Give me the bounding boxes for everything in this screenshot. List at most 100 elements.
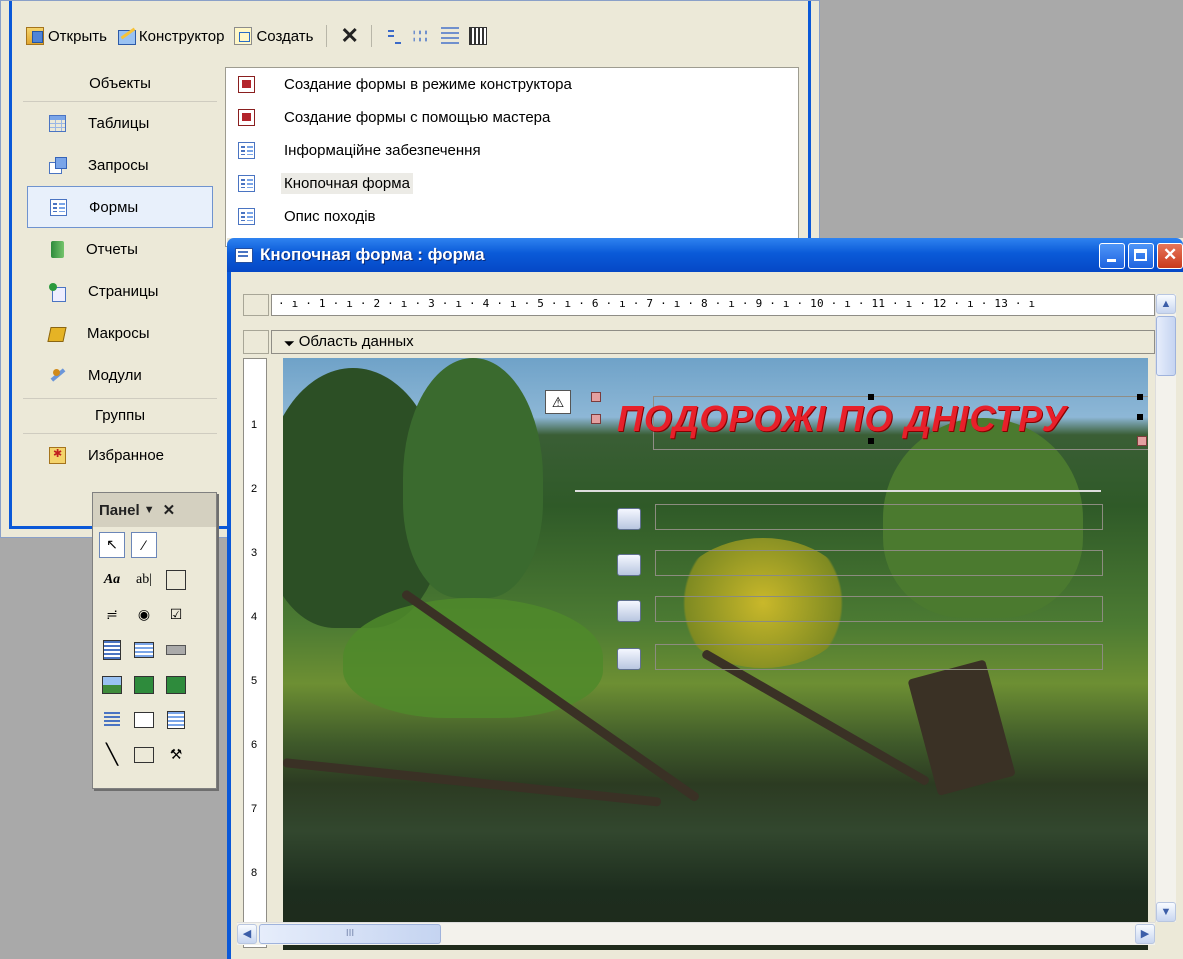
open-button[interactable]: Открыть (23, 25, 110, 47)
switchboard-button[interactable] (617, 508, 641, 530)
tab-tool[interactable] (131, 707, 157, 733)
resize-handle[interactable] (1137, 436, 1147, 446)
page-break-icon (104, 711, 120, 728)
more-tools-tool[interactable]: ⚒ (163, 742, 189, 768)
resize-handle[interactable] (591, 414, 601, 424)
switchboard-label[interactable] (655, 504, 1103, 530)
form-detail-canvas[interactable]: ⚠ ПОДОРОЖІ ПО ДНІСТРУ (283, 358, 1148, 950)
groups-header[interactable]: Группы (23, 398, 217, 434)
switchboard-label[interactable] (655, 596, 1103, 622)
scroll-left-button[interactable]: ◀ (237, 924, 257, 944)
scroll-thumb[interactable] (1156, 316, 1176, 376)
resize-handle[interactable] (1137, 394, 1143, 400)
large-icons-button[interactable] (382, 25, 406, 47)
group-item-favorites[interactable]: Избранное (23, 434, 217, 476)
create-button[interactable]: Создать (231, 25, 316, 47)
form-header-text: ПОДОРОЖІ ПО ДНІСТРУ (617, 398, 1067, 439)
form-window-titlebar[interactable]: Кнопочная форма : форма (227, 238, 1183, 272)
object-item-tables[interactable]: Таблицы (23, 102, 217, 144)
wizard-tool[interactable]: ⁄ (131, 531, 157, 558)
vertical-ruler[interactable]: 1 2 3 4 5 6 7 8 (243, 358, 267, 948)
small-icons-icon (413, 30, 432, 42)
option-group-tool[interactable] (163, 567, 189, 593)
pointer-tool[interactable]: ↖ (99, 531, 125, 558)
object-item-pages[interactable]: Страницы (23, 270, 217, 312)
unbound-frame-tool[interactable] (131, 672, 157, 698)
toolbox-title: Панеl (99, 501, 140, 519)
subform-tool[interactable] (163, 707, 189, 733)
object-item-queries[interactable]: Запросы (23, 144, 217, 186)
object-item-macros[interactable]: Макросы (23, 312, 217, 354)
vertical-scrollbar[interactable]: ▲ ▼ (1155, 294, 1176, 922)
window-controls (1099, 243, 1183, 269)
label-tool[interactable]: Aa (99, 567, 125, 593)
checkbox-tool[interactable]: ☑ (163, 602, 189, 628)
list-item-design-wizard[interactable]: Создание формы в режиме конструктора (226, 68, 798, 101)
list-item-form[interactable]: Опис походів (226, 200, 798, 233)
radio-tool[interactable]: ◉ (131, 602, 157, 628)
command-button-icon (166, 644, 186, 655)
maximize-button[interactable] (1128, 243, 1154, 269)
separator-line[interactable] (575, 490, 1101, 492)
list-item-form-wizard[interactable]: Создание формы с помощью мастера (226, 101, 798, 134)
minimize-button[interactable] (1099, 243, 1125, 269)
error-indicator-icon[interactable]: ⚠ (545, 390, 571, 414)
object-item-modules[interactable]: Модули (23, 354, 217, 396)
object-item-label: Модули (88, 366, 142, 384)
object-item-forms[interactable]: Формы (27, 186, 213, 228)
list-item-form[interactable]: Кнопочная форма (226, 167, 798, 200)
move-handle[interactable] (591, 392, 601, 402)
form-selector[interactable] (243, 294, 269, 316)
chevron-down-icon[interactable]: ▼ (144, 504, 155, 516)
list-item-label: Создание формы с помощью мастера (284, 109, 551, 126)
small-icons-button[interactable] (410, 25, 434, 47)
line-tool[interactable]: ╲ (99, 742, 125, 768)
bound-frame-tool[interactable] (163, 672, 189, 698)
close-icon[interactable]: ✕ (163, 501, 176, 519)
scroll-up-button[interactable]: ▲ (1156, 294, 1176, 314)
scroll-down-button[interactable]: ▼ (1156, 902, 1176, 922)
delete-button[interactable]: ✕ (337, 25, 361, 47)
textbox-tool[interactable]: ab| (131, 567, 157, 593)
rectangle-tool[interactable] (131, 742, 157, 768)
image-tool[interactable] (99, 672, 125, 698)
listbox-icon (134, 641, 154, 658)
page-break-tool[interactable] (99, 707, 125, 733)
scroll-thumb[interactable]: III (259, 924, 441, 944)
resize-handle[interactable] (1137, 414, 1143, 420)
unbound-object-icon (134, 675, 154, 694)
horizontal-scrollbar[interactable]: ◀ III ▶ (237, 922, 1155, 945)
details-view-button[interactable] (466, 25, 490, 47)
combobox-tool[interactable] (99, 637, 125, 663)
database-toolbar: Открыть Конструктор Создать ✕ (23, 21, 490, 51)
scroll-right-button[interactable]: ▶ (1135, 924, 1155, 944)
list-view-button[interactable] (438, 25, 462, 47)
close-button[interactable] (1157, 243, 1183, 269)
switchboard-button[interactable] (617, 554, 641, 576)
list-item-form[interactable]: Інформаційне забезпечення (226, 134, 798, 167)
listbox-tool[interactable] (131, 637, 157, 663)
page-icon (49, 282, 66, 302)
ruler-number: 3 (251, 547, 258, 559)
design-button[interactable]: Конструктор (114, 25, 228, 47)
toolbox-titlebar[interactable]: Панеl ▼ ✕ (93, 493, 216, 527)
switchboard-button[interactable] (617, 648, 641, 670)
toggle-tool[interactable]: ≓ (99, 602, 125, 628)
switchboard-button[interactable] (617, 600, 641, 622)
detail-section-bar[interactable]: 🞃 Область данных (271, 330, 1155, 354)
resize-handle[interactable] (868, 438, 874, 444)
object-item-reports[interactable]: Отчеты (23, 228, 217, 270)
list-view-icon (441, 27, 460, 45)
section-selector[interactable] (243, 330, 269, 354)
create-button-label: Создать (256, 27, 314, 45)
button-tool[interactable] (163, 637, 189, 663)
form-icon (50, 198, 67, 216)
switchboard-label[interactable] (655, 644, 1103, 670)
list-item-label: Кнопочная форма (281, 173, 413, 194)
horizontal-ruler[interactable]: · ı · 1 · ı · 2 · ı · 3 · ı · 4 · ı · 5 … (271, 294, 1155, 316)
window-frame (227, 272, 231, 959)
form-icon (238, 208, 255, 225)
resize-handle[interactable] (868, 394, 874, 400)
switchboard-label[interactable] (655, 550, 1103, 576)
textbox-icon: ab| (135, 571, 153, 587)
